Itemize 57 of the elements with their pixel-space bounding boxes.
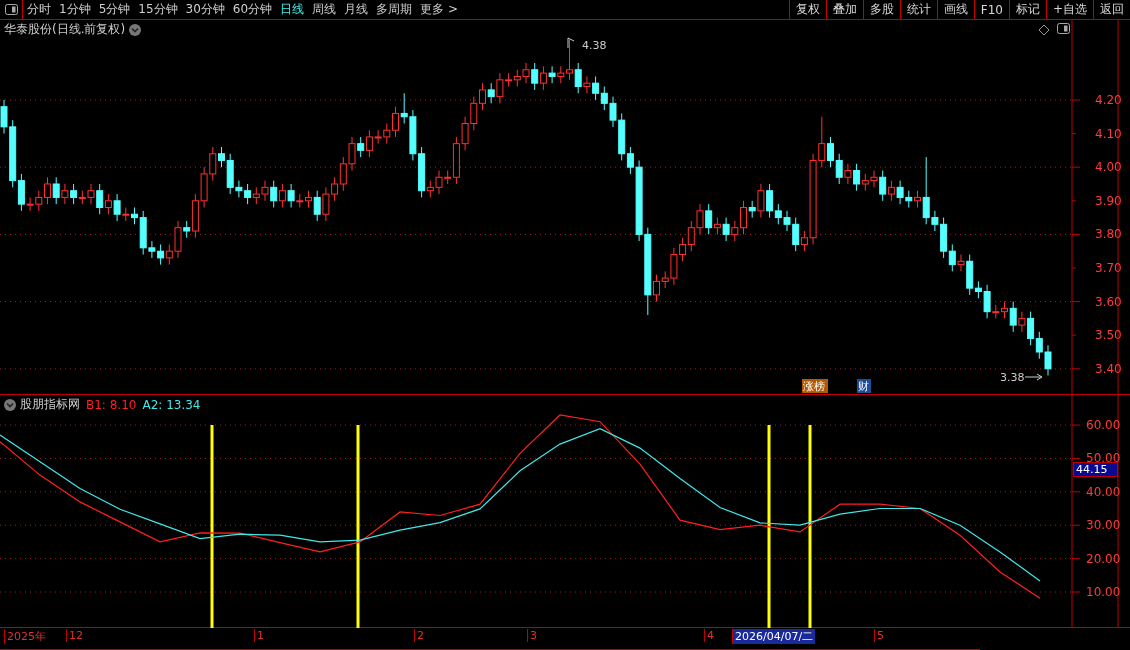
time-axis-label: 12 (66, 629, 85, 642)
time-axis-label: 2025年 (4, 629, 48, 644)
axis-label: 60.00 (1086, 418, 1121, 433)
period-tab[interactable]: 30分钟 (181, 0, 229, 19)
period-tab[interactable]: 日线 (276, 0, 309, 19)
indicator-value: B1: 8.10 (86, 397, 137, 412)
diamond-icon[interactable] (1038, 24, 1050, 36)
toolbar-button[interactable]: 叠加 (825, 0, 863, 19)
low-price-label: 3.38 (1000, 371, 1025, 384)
time-axis-label: 1 (254, 629, 266, 642)
toolbar-button[interactable]: 复权 (788, 0, 826, 19)
period-tab[interactable]: 1分钟 (55, 0, 95, 19)
axis-label: 4.00 (1095, 160, 1122, 175)
axis-label: 3.50 (1095, 328, 1122, 343)
period-tab[interactable]: 月线 (340, 0, 373, 19)
axis-label: 40.00 (1086, 484, 1121, 499)
toolbar-button[interactable]: F10 (973, 0, 1009, 19)
panel-toggle-icon[interactable] (4, 4, 18, 15)
dropdown-icon[interactable] (129, 23, 142, 36)
chart-title: 华泰股份(日线.前复权) (4, 21, 126, 38)
axis-label: 3.60 (1095, 294, 1122, 309)
toolbar-button[interactable]: +自选 (1045, 0, 1093, 19)
indicator-name: 股朋指标网 (20, 396, 80, 413)
high-price-label: 4.38 (582, 39, 607, 52)
toolbar-button[interactable]: 画线 (936, 0, 974, 19)
time-axis-label: 2026/04/07/二 (732, 629, 816, 644)
dropdown-icon[interactable] (4, 398, 16, 411)
time-axis-label: 4 (704, 629, 716, 642)
event-tag[interactable]: 涨榜 (803, 380, 825, 393)
axis-label: 3.80 (1095, 227, 1122, 242)
axis-label: 4.20 (1095, 93, 1122, 107)
toolbar-button[interactable]: 标记 (1008, 0, 1046, 19)
axis-label: 3.70 (1095, 261, 1122, 275)
event-tag[interactable]: 财 (858, 380, 869, 393)
indicator-value: A2: 13.34 (142, 397, 201, 412)
axis-label: 3.90 (1095, 193, 1122, 208)
period-tab[interactable]: 分时 (23, 0, 55, 19)
period-tab[interactable]: 更多 > (416, 0, 462, 19)
period-tab[interactable]: 15分钟 (134, 0, 182, 19)
axis-label: 10.00 (1086, 585, 1121, 599)
axis-label: 4.10 (1095, 126, 1122, 141)
toolbar-button[interactable]: 多股 (862, 0, 900, 19)
time-axis-label: 5 (874, 629, 886, 642)
toolbar-button[interactable]: 返回 (1093, 0, 1130, 19)
pointer-arrow-icon (1024, 373, 1043, 381)
period-tab[interactable]: 多周期 (372, 0, 417, 19)
current-value-label: 44.15 (1073, 462, 1118, 477)
axis-label: 3.40 (1095, 361, 1122, 376)
panel-toggle-icon[interactable] (1057, 23, 1070, 34)
time-axis-label: 2 (414, 629, 426, 642)
time-axis-label: 3 (527, 629, 539, 642)
period-tab[interactable]: 周线 (308, 0, 341, 19)
period-tab[interactable]: 5分钟 (94, 0, 135, 19)
toolbar-button[interactable]: 统计 (899, 0, 937, 19)
period-tab[interactable]: 60分钟 (228, 0, 277, 19)
axis-label: 20.00 (1086, 551, 1121, 566)
axis-label: 30.00 (1086, 518, 1121, 533)
